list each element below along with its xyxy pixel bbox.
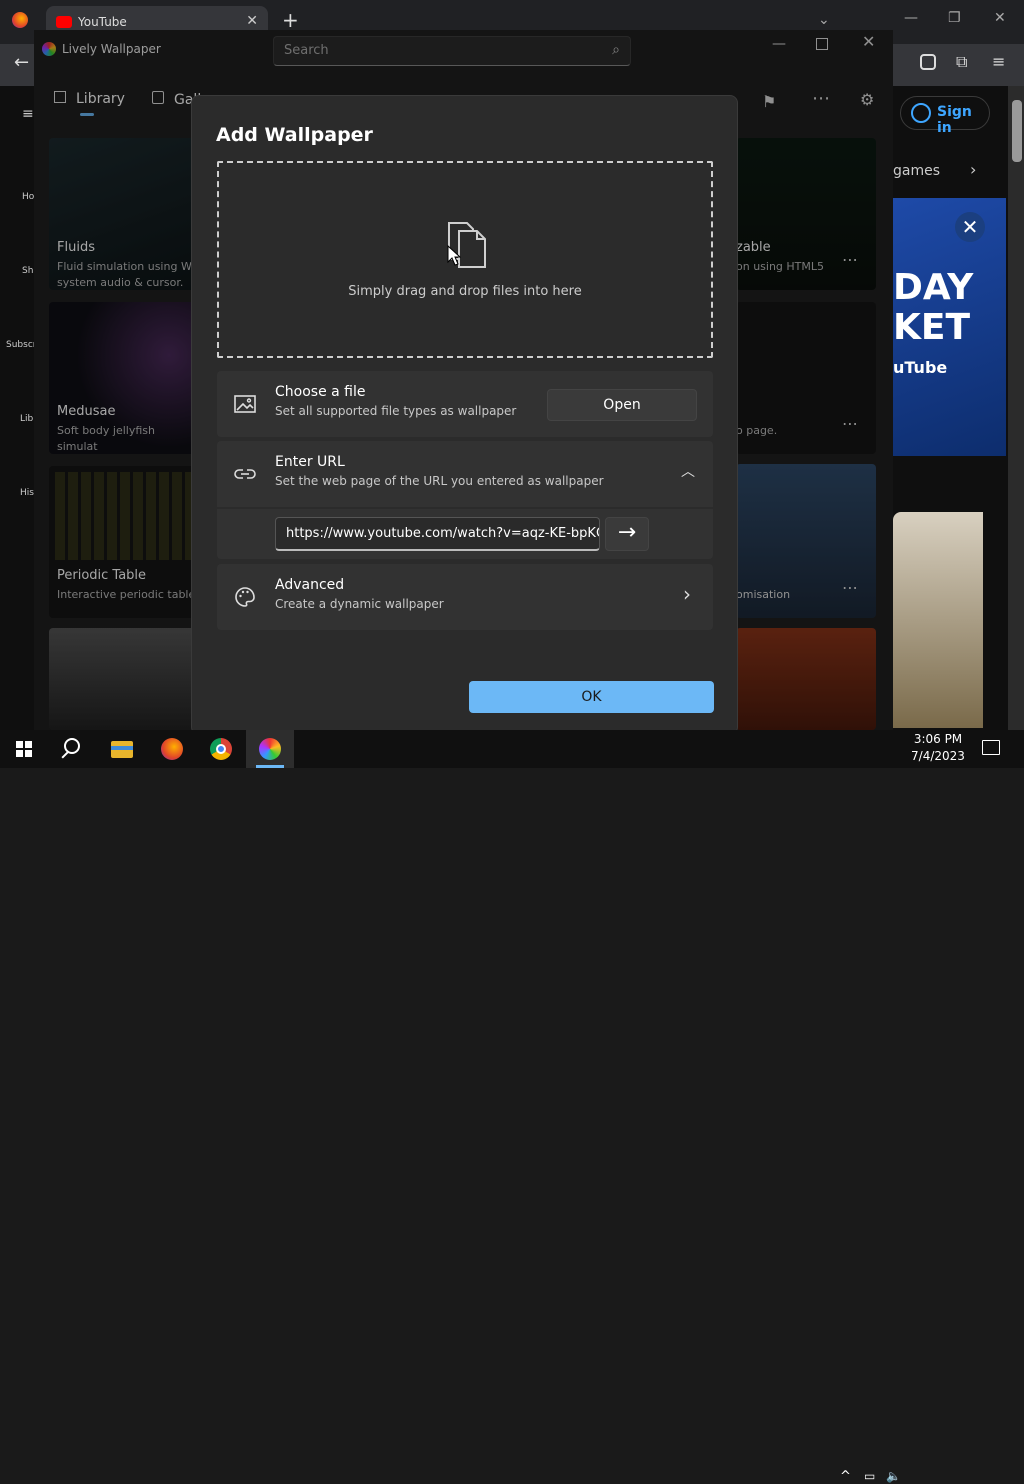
pocket-icon[interactable] — [920, 54, 936, 70]
ad-headline: DAY KET — [893, 267, 974, 348]
taskbar: ^ ▭ 🔈 3:06 PM 7/4/2023 — [0, 730, 1024, 1484]
youtube-icon — [56, 16, 72, 28]
chevron-down-icon[interactable]: ⌄ — [818, 12, 830, 28]
ok-button[interactable]: OK — [469, 681, 714, 713]
close-ad-icon[interactable]: ✕ — [955, 212, 985, 242]
open-button[interactable]: Open — [547, 389, 697, 421]
sign-in-button[interactable]: Sign in — [900, 96, 990, 136]
search-icon[interactable] — [48, 730, 96, 768]
clock-time[interactable]: 3:06 PM — [908, 732, 968, 746]
network-icon[interactable]: ▭ — [864, 1469, 875, 1483]
restore-icon[interactable]: ❐ — [948, 10, 961, 26]
volume-muted-icon[interactable]: 🔈 — [886, 1469, 901, 1483]
video-thumbnail[interactable] — [893, 512, 983, 728]
dialog-title: Add Wallpaper — [216, 124, 373, 146]
arrow-right-icon[interactable]: → — [605, 517, 649, 551]
start-button[interactable] — [0, 730, 48, 768]
chevron-right-icon[interactable]: › — [970, 160, 976, 179]
sidebar-item-shorts[interactable]: Sh — [22, 266, 33, 276]
choose-file-row: Choose a file Set all supported file typ… — [217, 371, 713, 437]
file-explorer-icon[interactable] — [98, 730, 146, 768]
chevron-up-icon[interactable]: ︿ — [681, 461, 695, 481]
back-icon[interactable]: ← — [14, 52, 29, 73]
enter-url-row[interactable]: Enter URL Set the web page of the URL yo… — [217, 441, 713, 507]
person-icon — [911, 103, 931, 123]
image-icon — [234, 395, 256, 413]
palette-icon — [235, 587, 255, 607]
ad-subtext: uTube — [893, 358, 948, 377]
enter-url-title: Enter URL — [275, 454, 345, 470]
youtube-sidebar: ≡ Ho Sh Subscr Lib His — [0, 86, 36, 730]
advanced-row[interactable]: Advanced Create a dynamic wallpaper › — [217, 564, 713, 630]
notifications-icon[interactable] — [982, 740, 1000, 755]
menu-icon[interactable]: ≡ — [992, 52, 1005, 71]
sidebar-item-home[interactable]: Ho — [22, 192, 34, 202]
new-tab-button[interactable]: + — [282, 8, 299, 32]
chrome-icon[interactable] — [197, 730, 245, 768]
clock-date[interactable]: 7/4/2023 — [908, 749, 968, 763]
minimize-icon[interactable]: — — [904, 10, 918, 26]
enter-url-desc: Set the web page of the URL you entered … — [275, 474, 604, 488]
chevron-up-icon[interactable]: ^ — [840, 1469, 851, 1484]
drop-zone-text: Simply drag and drop files into here — [348, 284, 582, 299]
tab-title: YouTube — [78, 15, 127, 29]
sidebar-item-history[interactable]: His — [20, 488, 34, 498]
file-drop-zone[interactable]: Simply drag and drop files into here — [217, 161, 713, 358]
hamburger-icon[interactable]: ≡ — [22, 106, 34, 122]
advanced-desc: Create a dynamic wallpaper — [275, 597, 444, 611]
link-icon — [234, 469, 256, 479]
advanced-title: Advanced — [275, 577, 345, 593]
cursor-icon — [447, 245, 461, 266]
close-tab-icon[interactable]: ✕ — [246, 13, 258, 29]
page-scrollbar[interactable] — [1008, 86, 1024, 730]
scrollbar-thumb[interactable] — [1012, 100, 1022, 162]
close-window-icon[interactable]: ✕ — [994, 10, 1006, 26]
category-chip[interactable]: games › — [893, 160, 976, 179]
lively-taskbar-icon[interactable] — [246, 730, 294, 768]
ad-banner[interactable]: DAY KET uTube ✕ — [893, 198, 1006, 456]
chip-label: games — [893, 163, 941, 179]
sidebar-item-subscriptions[interactable]: Subscr — [6, 340, 36, 350]
chevron-right-icon[interactable]: › — [683, 582, 691, 606]
choose-file-desc: Set all supported file types as wallpape… — [275, 404, 517, 418]
firefox-icon[interactable] — [12, 12, 28, 28]
add-wallpaper-dialog: Add Wallpaper Simply drag and drop files… — [191, 95, 738, 735]
url-input[interactable]: https://www.youtube.com/watch?v=aqz-KE-b… — [275, 517, 600, 551]
url-input-row: https://www.youtube.com/watch?v=aqz-KE-b… — [217, 509, 713, 559]
firefox-icon[interactable] — [148, 730, 196, 768]
extensions-icon[interactable]: ⧉ — [956, 52, 967, 72]
sidebar-item-library[interactable]: Lib — [20, 414, 33, 424]
choose-file-title: Choose a file — [275, 384, 366, 400]
